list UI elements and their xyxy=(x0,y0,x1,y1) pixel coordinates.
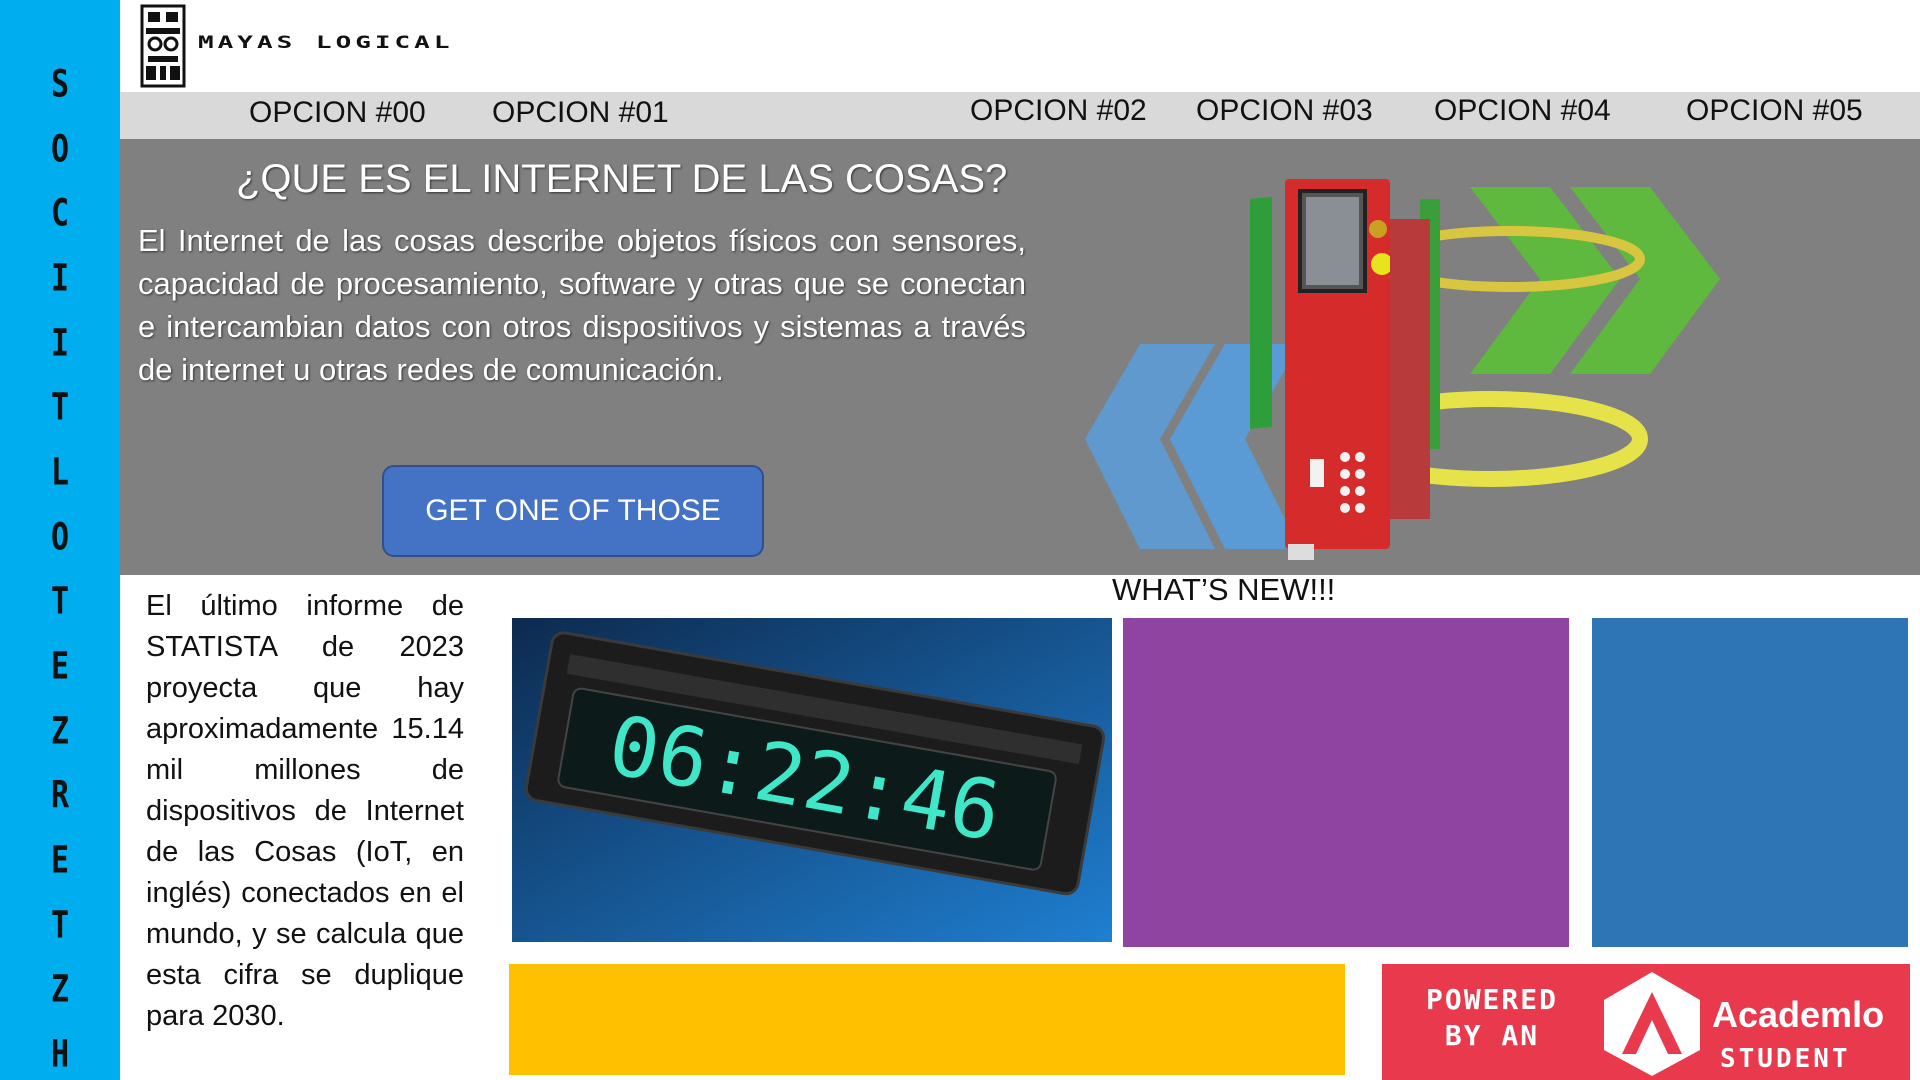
badge-powered-text: POWERED xyxy=(1425,983,1558,1016)
nav-item-opcion-04[interactable]: OPCION #04 xyxy=(1434,94,1611,128)
hero-description: El Internet de las cosas describe objeto… xyxy=(138,223,1026,387)
news-tile-clock[interactable]: 06:22:46 xyxy=(512,618,1112,942)
badge-academlo-text: Academlo xyxy=(1712,994,1885,1035)
sidebar-letter: E xyxy=(50,838,70,883)
top-nav: OPCION #00 OPCION #01 OPCION #02 OPCION … xyxy=(120,92,1920,139)
sidebar-letter: H xyxy=(50,1032,70,1077)
nav-item-opcion-03[interactable]: OPCION #03 xyxy=(1196,94,1373,128)
sidebar-letter: I xyxy=(50,321,70,365)
sidebar-letter: O xyxy=(50,515,70,559)
header: MAYAS LOGICAL xyxy=(120,0,1920,92)
powered-by-academlo-badge[interactable]: POWERED BY AN Academlo STUDENT xyxy=(1382,964,1910,1080)
sidebar-letter: T xyxy=(50,579,70,624)
news-tile-yellow[interactable] xyxy=(509,964,1345,1075)
nav-item-opcion-01[interactable]: OPCION #01 xyxy=(492,96,669,130)
vfd-clock-image: 06:22:46 xyxy=(512,618,1112,942)
academlo-logo-icon xyxy=(1604,972,1700,1076)
sidebar-letter: S xyxy=(50,62,70,107)
sidebar-letter: L xyxy=(50,450,70,495)
iot-statistics-paragraph: El último informe de STATISTA de 2023 pr… xyxy=(146,590,464,1032)
hero-section: ¿QUE ES EL INTERNET DE LAS COSAS? El Int… xyxy=(120,139,1920,575)
sidebar-letter: Z xyxy=(50,709,70,753)
sidebar-letter: T xyxy=(50,385,70,430)
hero-title: ¿QUE ES EL INTERNET DE LAS COSAS? xyxy=(236,157,1008,201)
badge-student-text: STUDENT xyxy=(1720,1044,1851,1074)
nav-item-opcion-02[interactable]: OPCION #02 xyxy=(970,94,1147,128)
vertical-lettering: S O C I I T L O T E Z R E T Z H xyxy=(0,66,120,1073)
sidebar-letter: E xyxy=(50,644,70,689)
badge-by-an-text: BY AN xyxy=(1444,1019,1540,1052)
news-tile-purple[interactable] xyxy=(1123,618,1569,947)
nav-item-opcion-00[interactable]: OPCION #00 xyxy=(249,96,426,130)
whats-new-heading: WHAT’S NEW!!! xyxy=(1112,572,1336,607)
iot-device-illustration xyxy=(1085,179,1720,560)
sidebar-letter: Z xyxy=(50,967,70,1012)
brand-name[interactable]: MAYAS LOGICAL xyxy=(198,33,454,53)
sidebar-letter: T xyxy=(50,903,70,947)
sidebar-letter: R xyxy=(50,773,70,818)
sidebar: S O C I I T L O T E Z R E T Z H xyxy=(0,0,120,1080)
sidebar-letter: O xyxy=(50,127,70,171)
mayan-logo-icon[interactable] xyxy=(140,4,186,88)
sidebar-letter: I xyxy=(50,256,70,301)
sidebar-letter: C xyxy=(50,191,70,236)
get-one-button[interactable]: GET ONE OF THOSE xyxy=(382,465,764,557)
nav-item-opcion-05[interactable]: OPCION #05 xyxy=(1686,94,1863,128)
news-tile-blue[interactable] xyxy=(1592,618,1908,947)
